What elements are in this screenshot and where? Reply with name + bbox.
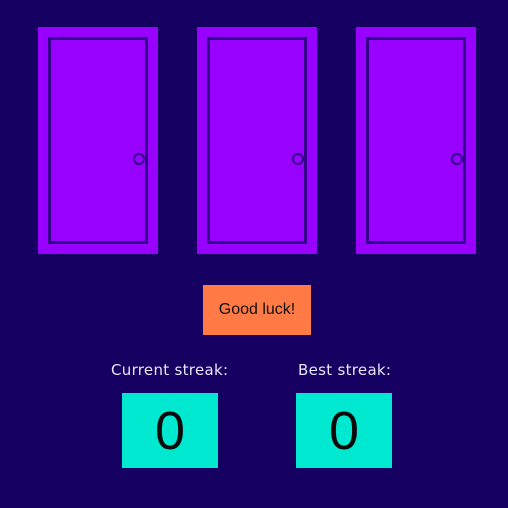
door-3[interactable] bbox=[356, 27, 476, 254]
door-1[interactable] bbox=[38, 27, 158, 254]
door-knob-icon bbox=[451, 153, 463, 165]
door-2[interactable] bbox=[197, 27, 317, 254]
door-knob-icon bbox=[133, 153, 145, 165]
good-luck-button[interactable]: Good luck! bbox=[203, 285, 311, 335]
current-streak-value: 0 bbox=[122, 393, 218, 468]
best-streak-value: 0 bbox=[296, 393, 392, 468]
door-panel bbox=[48, 37, 148, 244]
best-streak-label: Best streak: bbox=[298, 361, 392, 379]
door-panel bbox=[366, 37, 466, 244]
door-panel bbox=[207, 37, 307, 244]
current-streak-label: Current streak: bbox=[111, 361, 229, 379]
door-knob-icon bbox=[292, 153, 304, 165]
